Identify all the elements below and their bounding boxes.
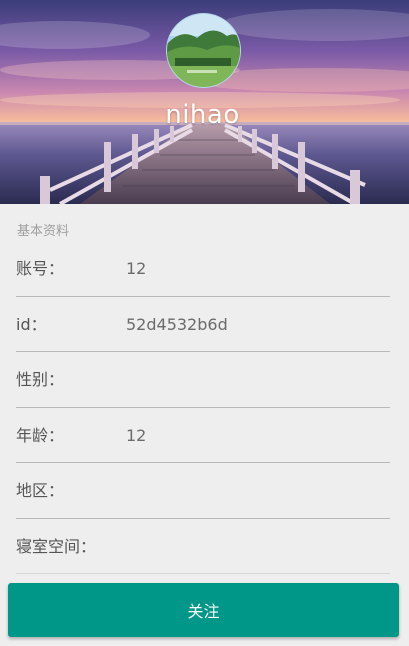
age-value: 12 <box>126 425 147 445</box>
landscape-avatar-image <box>167 14 240 87</box>
id-label: id： <box>16 314 47 334</box>
info-row-id: id： 52d4532b6d <box>16 297 390 352</box>
section-title-basic-info: 基本资料 <box>17 224 70 239</box>
region-label: 地区： <box>16 481 65 500</box>
profile-header-banner: nihao <box>0 0 409 204</box>
gender-label: 性别： <box>16 370 65 389</box>
dorm-space-label: 寝室空间： <box>16 536 97 556</box>
info-row-gender: 性别： <box>16 352 390 408</box>
info-row-age: 年龄： 12 <box>16 408 390 463</box>
avatar[interactable] <box>166 13 241 88</box>
info-row-region: 地区： <box>16 463 390 519</box>
account-value: 12 <box>126 259 147 278</box>
username: nihao <box>165 100 240 130</box>
id-value: 52d4532b6d <box>126 314 228 334</box>
info-row-account: 账号： 12 <box>16 241 390 297</box>
profile-info-list: 账号： 12 id： 52d4532b6d 性别： 年龄： 12 地区： 寝室空… <box>16 241 390 574</box>
follow-button[interactable]: 关注 <box>8 583 399 637</box>
age-label: 年龄： <box>16 425 65 445</box>
account-label: 账号： <box>16 259 65 278</box>
info-row-dorm-space[interactable]: 寝室空间： <box>16 519 390 574</box>
